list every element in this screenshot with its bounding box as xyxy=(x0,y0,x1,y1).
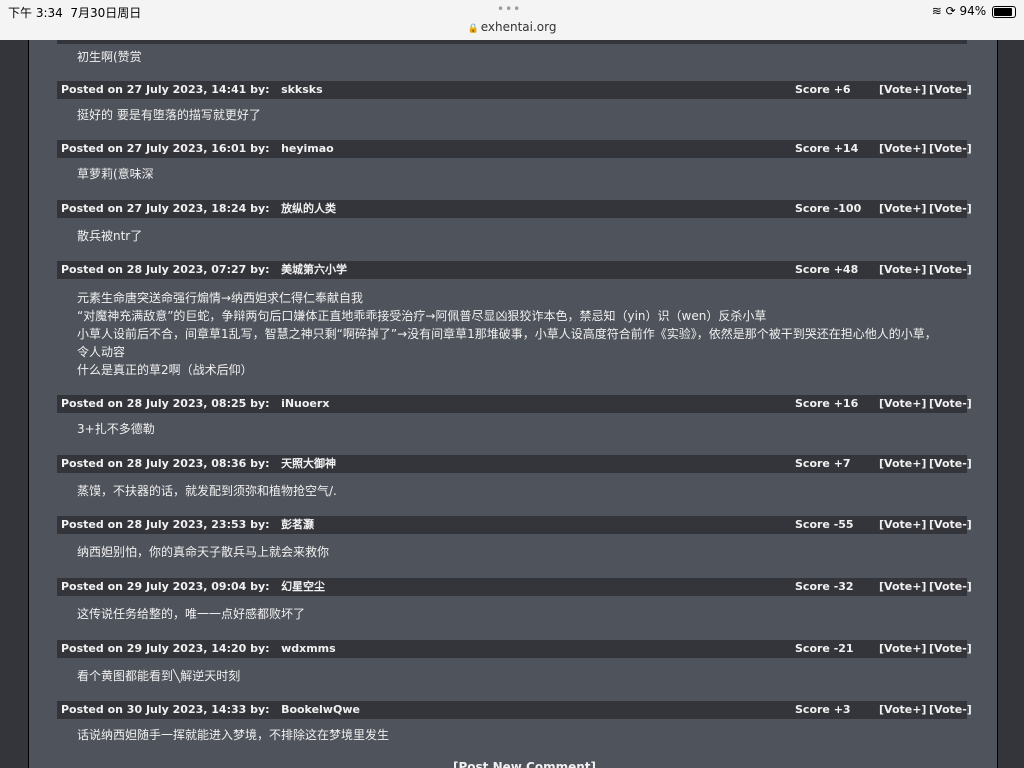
vote-down-button[interactable]: [Vote-] xyxy=(929,81,972,99)
comment-user[interactable]: 彭茗灏 xyxy=(281,518,314,531)
battery-percent: 94% xyxy=(959,4,987,18)
vote-down-button[interactable]: [Vote-] xyxy=(929,140,972,158)
comment-posted: Posted on 27 July 2023, 14:41 by: skksks xyxy=(61,83,323,96)
battery-icon xyxy=(992,5,1016,18)
comment-text: 看个黄图都能看到╲解逆天时刻 xyxy=(77,669,241,683)
comment-posted: Posted on 29 July 2023, 09:04 by: 幻星空尘 xyxy=(61,580,326,593)
vote-down-button[interactable]: [Vote-] xyxy=(929,200,972,218)
vote-up-button[interactable]: [Vote+] xyxy=(879,516,926,534)
comment-header-bar xyxy=(57,40,967,44)
comment-header: Posted on 30 July 2023, 14:33 by: Bookel… xyxy=(57,701,972,719)
comment-posted: Posted on 28 July 2023, 08:25 by: iNuoer… xyxy=(61,397,330,410)
address-bar[interactable]: 🔒 exhentai.org xyxy=(0,20,1024,34)
comment-score[interactable]: Score +7 xyxy=(795,455,851,473)
comment-user[interactable]: 天照大御神 xyxy=(281,457,336,470)
vote-up-button[interactable]: [Vote+] xyxy=(879,578,926,596)
comment-header: Posted on 28 July 2023, 08:36 by: 天照大御神 … xyxy=(57,455,972,473)
comment-posted: Posted on 28 July 2023, 08:36 by: 天照大御神 xyxy=(61,457,337,470)
comment-posted: Posted on 30 July 2023, 14:33 by: Bookel… xyxy=(61,703,360,716)
vote-up-button[interactable]: [Vote+] xyxy=(879,640,926,658)
comment-posted: Posted on 27 July 2023, 16:01 by: heyima… xyxy=(61,142,334,155)
comment-header: Posted on 27 July 2023, 18:24 by: 放纵的人类 … xyxy=(57,200,972,218)
comment-user[interactable]: wdxmms xyxy=(281,642,336,655)
comment-posted: Posted on 28 July 2023, 07:27 by: 美城第六小学 xyxy=(61,263,348,276)
comment-header: Posted on 28 July 2023, 08:25 by: iNuoer… xyxy=(57,395,972,413)
vote-up-button[interactable]: [Vote+] xyxy=(879,701,926,719)
comment-score[interactable]: Score +14 xyxy=(795,140,858,158)
post-new-comment-link[interactable]: [Post New Comment] xyxy=(453,760,596,768)
comment-text: 话说纳西妲随手一挥就能进入梦境，不排除这在梦境里发生 xyxy=(77,728,390,742)
comment-header: Posted on 29 July 2023, 09:04 by: 幻星空尘 S… xyxy=(57,578,972,596)
vote-down-button[interactable]: [Vote-] xyxy=(929,578,972,596)
comment-header: Posted on 28 July 2023, 23:53 by: 彭茗灏 Sc… xyxy=(57,516,972,534)
vote-down-button[interactable]: [Vote-] xyxy=(929,395,972,413)
comments-panel: 初生啊(赞赏 Posted on 27 July 2023, 14:41 by:… xyxy=(28,40,998,768)
comment-posted: Posted on 28 July 2023, 23:53 by: 彭茗灏 xyxy=(61,518,315,531)
comment-text: 挺好的 要是有堕落的描写就更好了 xyxy=(77,108,261,122)
vote-down-button[interactable]: [Vote-] xyxy=(929,261,972,279)
vote-up-button[interactable]: [Vote+] xyxy=(879,200,926,218)
comment-header: Posted on 27 July 2023, 16:01 by: heyima… xyxy=(57,140,972,158)
comment-user[interactable]: 放纵的人类 xyxy=(281,202,336,215)
comment-user[interactable]: heyimao xyxy=(281,142,334,155)
comment-score[interactable]: Score -21 xyxy=(795,640,854,658)
comment-score[interactable]: Score +3 xyxy=(795,701,851,719)
comment-user[interactable]: skksks xyxy=(281,83,323,96)
status-right: ≋ ⟳ 94% xyxy=(932,4,1016,18)
comment-text: 散兵被ntr了 xyxy=(77,229,143,243)
vote-down-button[interactable]: [Vote-] xyxy=(929,455,972,473)
wifi-icon: ≋ xyxy=(931,4,942,18)
comment-score[interactable]: Score -100 xyxy=(795,200,861,218)
comment-text: 蒸馍，不扶器的话，就发配到须弥和植物抢空气/. xyxy=(77,484,337,498)
comment-score[interactable]: Score +48 xyxy=(795,261,858,279)
status-time: 下午 3:34 7月30日周日 xyxy=(8,6,142,20)
comment-posted: Posted on 29 July 2023, 14:20 by: wdxmms xyxy=(61,642,336,655)
comment-score[interactable]: Score -55 xyxy=(795,516,854,534)
comment-user[interactable]: BookelwQwe xyxy=(281,703,360,716)
comment-text: 初生啊(赞赏 xyxy=(77,50,142,64)
comment-text: 3+扎不多德勒 xyxy=(77,422,155,436)
vote-up-button[interactable]: [Vote+] xyxy=(879,395,926,413)
vote-up-button[interactable]: [Vote+] xyxy=(879,81,926,99)
comment-user[interactable]: 美城第六小学 xyxy=(281,263,347,276)
comment-user[interactable]: iNuoerx xyxy=(281,397,329,410)
comment-text: 这传说任务给整的，唯一一点好感都败坏了 xyxy=(77,607,306,621)
comment-text: 草萝莉(意味深 xyxy=(77,167,154,181)
vote-up-button[interactable]: [Vote+] xyxy=(879,140,926,158)
status-bar: 下午 3:34 7月30日周日 ••• 🔒 exhentai.org ≋ ⟳ 94… xyxy=(0,0,1024,40)
comment-text: 纳西妲别怕，你的真命天子散兵马上就会来救你 xyxy=(77,545,330,559)
comment-posted: Posted on 27 July 2023, 18:24 by: 放纵的人类 xyxy=(61,202,337,215)
orientation-lock-icon: ⟳ xyxy=(945,4,956,18)
comment-text: 元素生命唐突送命强行煽情→纳西妲求仁得仁奉献自我 “对魔神充满敌意”的巨蛇，争辩… xyxy=(77,291,937,377)
vote-down-button[interactable]: [Vote-] xyxy=(929,701,972,719)
vote-up-button[interactable]: [Vote+] xyxy=(879,261,926,279)
comment-score[interactable]: Score +6 xyxy=(795,81,851,99)
comment-header: Posted on 27 July 2023, 14:41 by: skksks… xyxy=(57,81,972,99)
comment-score[interactable]: Score -32 xyxy=(795,578,854,596)
comment-header: Posted on 28 July 2023, 07:27 by: 美城第六小学… xyxy=(57,261,972,279)
comment-user[interactable]: 幻星空尘 xyxy=(281,580,325,593)
url-text: exhentai.org xyxy=(480,20,557,34)
lock-icon: 🔒 xyxy=(467,24,479,34)
vote-up-button[interactable]: [Vote+] xyxy=(879,455,926,473)
vote-down-button[interactable]: [Vote-] xyxy=(929,640,972,658)
comment-score[interactable]: Score +16 xyxy=(795,395,858,413)
comment-header: Posted on 29 July 2023, 14:20 by: wdxmms… xyxy=(57,640,972,658)
more-dots-icon[interactable]: ••• xyxy=(497,2,521,16)
vote-down-button[interactable]: [Vote-] xyxy=(929,516,972,534)
